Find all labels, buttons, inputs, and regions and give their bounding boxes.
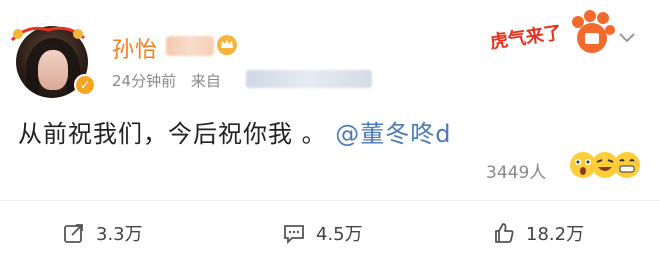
post-source-prefix: 来自 bbox=[190, 72, 221, 90]
post-timestamp: 24分钟前 bbox=[112, 72, 177, 90]
like-count: 18.2万 bbox=[526, 224, 585, 245]
grinning-emoji-icon bbox=[614, 152, 640, 178]
reaction-count[interactable]: 3449人 bbox=[486, 158, 546, 183]
share-icon bbox=[64, 224, 83, 243]
post-body: 从前祝我们，今后祝你我 。 bbox=[18, 120, 327, 148]
crown-icon[interactable] bbox=[216, 34, 238, 56]
chevron-down-icon[interactable] bbox=[618, 32, 636, 44]
thumbs-up-icon bbox=[495, 223, 514, 243]
mention-link[interactable]: @董冬咚d bbox=[335, 120, 451, 148]
post-text: 从前祝我们，今后祝你我 。 @董冬咚d bbox=[18, 114, 452, 149]
verified-badge-icon: ✓ bbox=[74, 74, 96, 96]
repost-button[interactable]: 3.3万 bbox=[62, 220, 143, 246]
avatar-tiger-frame-icon bbox=[10, 26, 85, 42]
tiger-paw-icon bbox=[572, 10, 615, 53]
comment-icon bbox=[284, 225, 304, 245]
repost-count: 3.3万 bbox=[96, 224, 143, 245]
weibo-post-card: ✓ 孙怡 24分钟前 来自 虎气来了 从前祝我们，今后祝你我 。 @董冬咚d 3… bbox=[0, 0, 660, 271]
author-name[interactable]: 孙怡 bbox=[112, 32, 158, 64]
like-button[interactable]: 18.2万 bbox=[492, 220, 584, 246]
post-meta: 24分钟前 来自 bbox=[112, 70, 221, 91]
comment-button[interactable]: 4.5万 bbox=[282, 220, 363, 246]
name-obscured-region bbox=[166, 36, 214, 56]
comment-count: 4.5万 bbox=[316, 224, 363, 245]
avatar-face bbox=[38, 50, 68, 90]
action-divider bbox=[0, 200, 660, 201]
source-obscured-region bbox=[246, 70, 372, 88]
